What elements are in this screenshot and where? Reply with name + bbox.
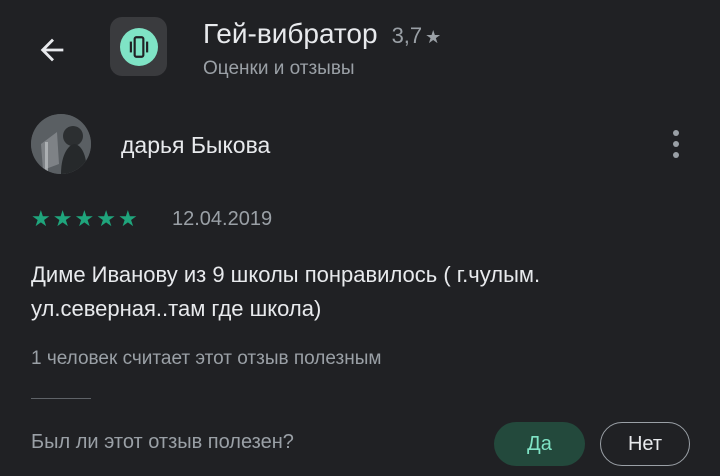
divider	[31, 398, 91, 399]
app-rating: 3,7	[391, 23, 423, 48]
review-text: Диме Иванову из 9 школы понравилось ( г.…	[31, 262, 541, 321]
helpful-count: 1 человек считает этот отзыв полезным	[31, 348, 382, 369]
vibration-icon	[119, 27, 158, 66]
yes-button[interactable]: Да	[494, 422, 585, 466]
page-subtitle: Оценки и отзывы	[203, 58, 355, 79]
review-date: 12.04.2019	[172, 208, 273, 230]
star-icon: ★	[117, 206, 138, 231]
star-icon: ★	[31, 206, 51, 231]
avatar	[31, 114, 91, 174]
star-icon: ★	[74, 206, 95, 231]
no-button[interactable]: Нет	[600, 422, 690, 466]
rating-star-icon: ★	[425, 27, 442, 47]
review-author: дарья Быкова	[121, 132, 271, 158]
app-title-row: Гей-вибратор 3,7 ★	[203, 18, 441, 50]
star-icon: ★	[52, 206, 73, 231]
app-name: Гей-вибратор	[203, 18, 378, 49]
review-stars: ★ ★ ★ ★ ★	[31, 206, 138, 232]
app-icon[interactable]	[110, 17, 167, 76]
arrow-left-icon	[40, 38, 64, 62]
more-options-icon[interactable]	[664, 128, 688, 160]
back-button[interactable]	[30, 28, 74, 72]
star-icon: ★	[96, 206, 116, 231]
helpful-question: Был ли этот отзыв полезен?	[31, 431, 294, 453]
